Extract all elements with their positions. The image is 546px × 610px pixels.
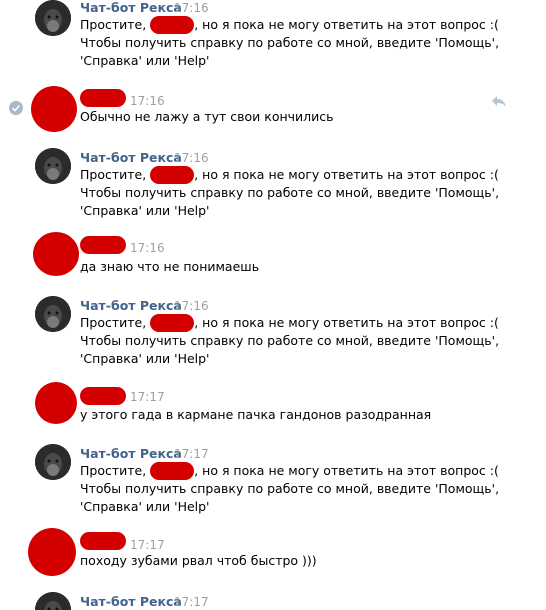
- dog-avatar-image: [35, 444, 71, 480]
- author-name[interactable]: Чат-бот Рекса: [80, 446, 182, 461]
- redacted-username: [150, 166, 195, 184]
- check-circle-icon[interactable]: [9, 101, 23, 115]
- redacted-avatar: [33, 232, 79, 276]
- bot-avatar[interactable]: [35, 592, 71, 610]
- bot-avatar[interactable]: [35, 444, 71, 480]
- redacted-username: [150, 314, 195, 332]
- redacted-author-name: [80, 89, 126, 107]
- reply-arrow-icon[interactable]: [491, 94, 507, 108]
- author-name[interactable]: Чат-бот Рекса: [80, 150, 182, 165]
- message-text: Простите, , но я пока не могу ответить н…: [80, 462, 500, 514]
- redacted-author-name: [80, 532, 126, 550]
- message-text: Простите, , но я пока не могу ответить н…: [80, 166, 500, 218]
- redacted-username: [150, 16, 195, 34]
- message-time[interactable]: 17:17: [130, 390, 165, 404]
- bot-avatar[interactable]: [35, 296, 71, 332]
- author-name[interactable]: Чат-бот Рекса: [80, 298, 182, 313]
- message-time[interactable]: 17:17: [130, 538, 165, 552]
- bot-avatar[interactable]: [35, 0, 71, 36]
- redacted-username: [150, 462, 195, 480]
- message-text: Простите, , но я пока не могу ответить н…: [80, 314, 500, 366]
- message-text: Простите, , но я пока не могу ответить н…: [80, 16, 500, 68]
- message-time[interactable]: 17:16: [174, 1, 209, 15]
- author-name[interactable]: Чат-бот Рекса: [80, 594, 182, 609]
- dog-avatar-image: [35, 296, 71, 332]
- message-time[interactable]: 17:16: [130, 94, 165, 108]
- bot-avatar[interactable]: [35, 148, 71, 184]
- dog-avatar-image: [35, 148, 71, 184]
- message-text: походу зубами рвал чтоб быстро ))): [80, 553, 317, 568]
- redacted-author-name: [80, 387, 126, 405]
- redacted-author-name: [80, 236, 126, 254]
- message-text: Обычно не лажу а тут свои кончились: [80, 109, 334, 124]
- message-time[interactable]: 17:16: [174, 299, 209, 313]
- redacted-avatar: [31, 86, 77, 132]
- message-time[interactable]: 17:16: [130, 241, 165, 255]
- message-time[interactable]: 17:16: [174, 151, 209, 165]
- redacted-avatar: [35, 382, 77, 424]
- message-text: у этого гада в кармане пачка гандонов ра…: [80, 407, 432, 422]
- redacted-avatar: [28, 528, 76, 576]
- message-time[interactable]: 17:17: [174, 447, 209, 461]
- message-time[interactable]: 17:17: [174, 595, 209, 609]
- dog-avatar-image: [35, 592, 71, 610]
- author-name[interactable]: Чат-бот Рекса: [80, 0, 182, 15]
- message-text: да знаю что не понимаешь: [80, 259, 260, 274]
- dog-avatar-image: [35, 0, 71, 36]
